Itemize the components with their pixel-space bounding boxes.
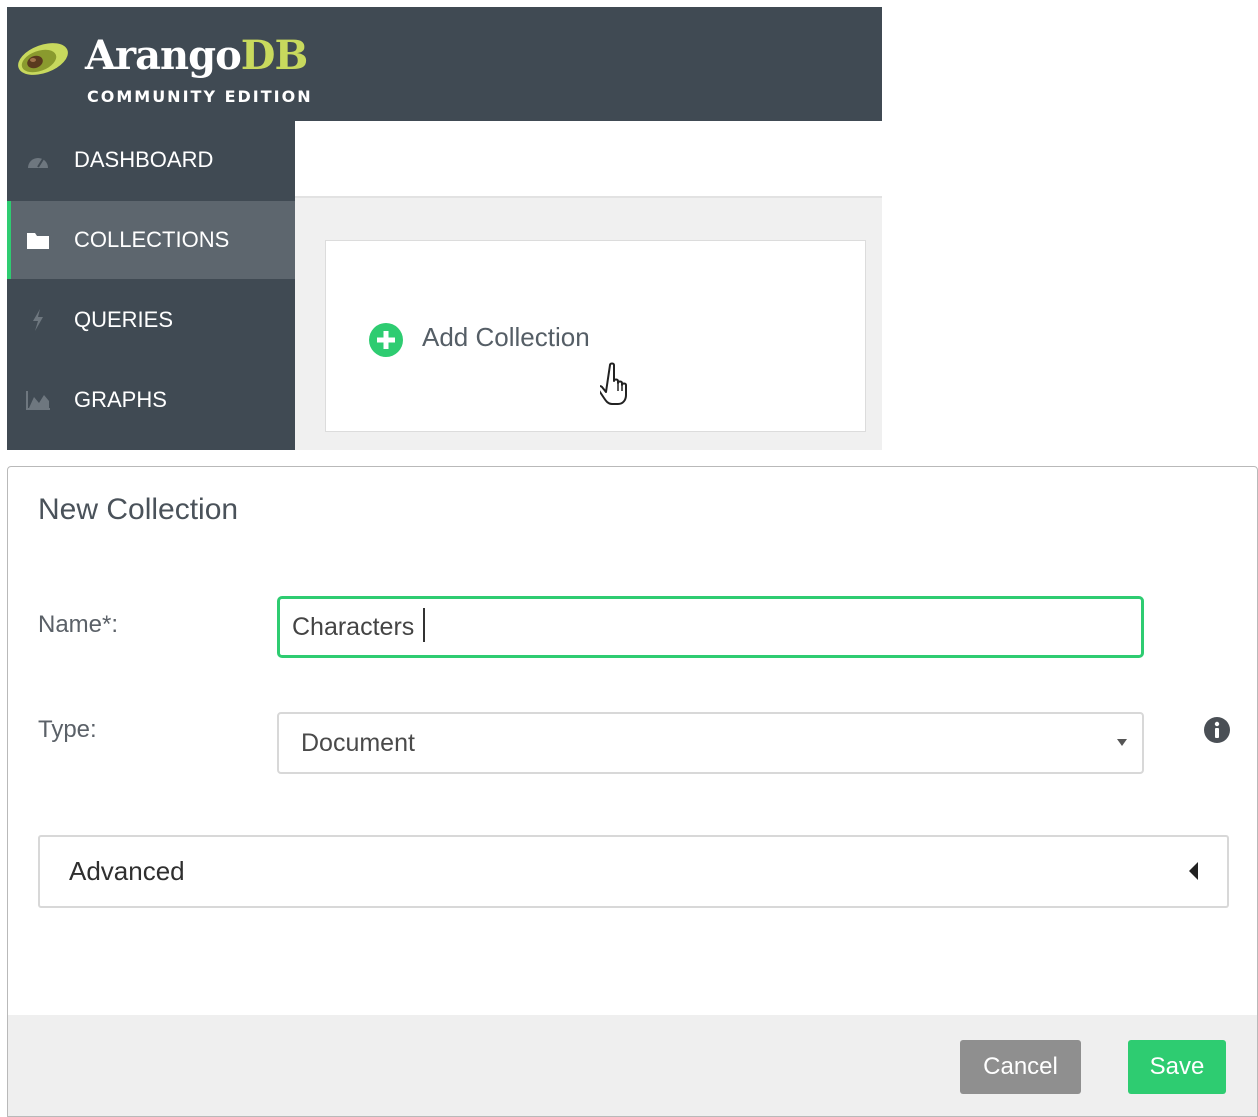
collection-type-select[interactable]: Document	[277, 712, 1144, 774]
arangodb-logo[interactable]: ArangoDB COMMUNITY EDITION	[15, 33, 311, 113]
save-button[interactable]: Save	[1128, 1040, 1226, 1094]
sidebar-item-label: COLLECTIONS	[74, 227, 230, 252]
collection-name-input[interactable]	[277, 596, 1144, 658]
sidebar-nav: DASHBOARD COLLECTIONS QUERIES GRAPHS	[7, 121, 295, 450]
avocado-logo-icon	[18, 43, 68, 75]
type-selected-value: Document	[301, 729, 415, 757]
arangodb-app-window: ArangoDB COMMUNITY EDITION DASHBOARD COL…	[7, 7, 882, 450]
folder-icon	[25, 227, 51, 253]
dropdown-arrow-icon	[1117, 739, 1127, 746]
hand-pointer-cursor-icon	[600, 362, 627, 405]
sidebar-item-label: QUERIES	[74, 307, 174, 332]
dashboard-gauge-icon	[25, 147, 51, 173]
info-icon[interactable]	[1203, 716, 1231, 744]
cancel-button[interactable]: Cancel	[960, 1040, 1081, 1094]
sidebar-item-queries[interactable]: QUERIES	[7, 281, 295, 359]
sidebar-item-label: GRAPHS	[74, 387, 167, 412]
sidebar-item-graphs[interactable]: GRAPHS	[7, 361, 295, 439]
plus-circle-icon	[369, 323, 403, 357]
modal-title: New Collection	[38, 493, 239, 526]
advanced-accordion[interactable]: Advanced	[38, 835, 1229, 908]
sidebar-item-collections[interactable]: COLLECTIONS	[7, 201, 295, 279]
edition-label: COMMUNITY EDITION	[87, 87, 313, 106]
advanced-label: Advanced	[69, 856, 185, 886]
sidebar-item-dashboard[interactable]: DASHBOARD	[7, 121, 295, 199]
name-label: Name*:	[38, 611, 119, 638]
add-collection-label: Add Collection	[422, 322, 590, 352]
app-header: ArangoDB COMMUNITY EDITION	[7, 7, 882, 121]
add-collection-card[interactable]: Add Collection	[325, 240, 866, 432]
lightning-icon	[25, 307, 51, 333]
new-collection-modal: New Collection Name*: Type: Document Adv…	[7, 466, 1258, 1117]
caret-left-icon	[1189, 862, 1198, 880]
brand-wordmark: ArangoDB	[85, 32, 308, 79]
area-chart-icon	[25, 387, 51, 413]
content-header-bar	[295, 121, 882, 198]
sidebar-item-label: DASHBOARD	[74, 147, 214, 172]
text-caret	[423, 608, 425, 642]
type-label: Type:	[38, 716, 97, 743]
modal-footer: Cancel Save	[8, 1015, 1257, 1116]
